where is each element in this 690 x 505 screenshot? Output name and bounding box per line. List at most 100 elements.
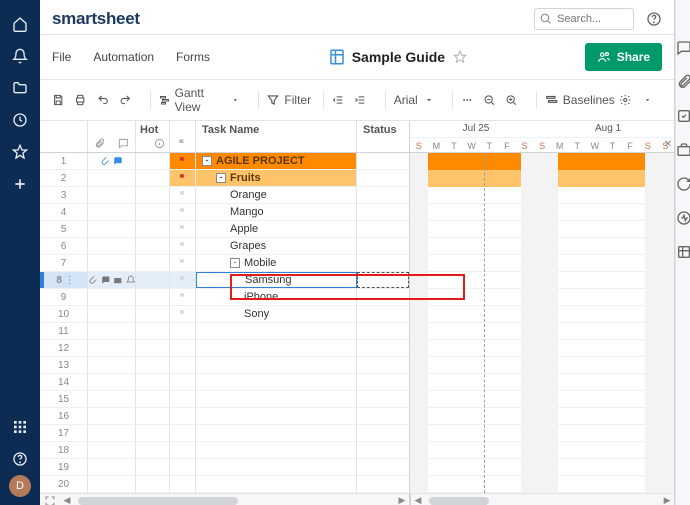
- filter-button[interactable]: Filter: [266, 93, 315, 107]
- gantt-hscroll[interactable]: ◀▶: [410, 493, 674, 505]
- rail-home-icon[interactable]: [0, 8, 40, 40]
- rail-help-icon[interactable]: [0, 443, 40, 475]
- table-row[interactable]: 14: [40, 374, 409, 391]
- table-row[interactable]: 15: [40, 391, 409, 408]
- dock-summary-icon[interactable]: [676, 244, 690, 260]
- outdent-icon[interactable]: [332, 93, 344, 107]
- comment-col-icon: [118, 138, 129, 149]
- gantt-panel[interactable]: Jul 25 Aug 1 SMTWTFSSMTWTFSS ✕ ◀▶: [410, 121, 674, 505]
- caret-down-icon: [424, 95, 434, 105]
- col-header-status[interactable]: Status: [357, 121, 409, 152]
- table-row[interactable]: 20: [40, 476, 409, 493]
- table-row[interactable]: 8 ⋮Samsung: [40, 272, 409, 289]
- left-rail: D: [0, 0, 40, 505]
- col-header-flag[interactable]: [170, 121, 196, 152]
- brand-logo: smartsheet: [52, 9, 140, 29]
- dock-refresh-icon[interactable]: [676, 176, 690, 192]
- rail-bell-icon[interactable]: [0, 40, 40, 72]
- dock-briefcase-icon[interactable]: [676, 142, 690, 158]
- undo-icon[interactable]: [97, 93, 109, 107]
- dock-proof-icon[interactable]: [676, 108, 690, 124]
- font-selector[interactable]: Arial: [394, 93, 444, 107]
- task-label: AGILE PROJECT: [216, 155, 305, 167]
- table-row[interactable]: 13: [40, 357, 409, 374]
- more-icon[interactable]: [461, 93, 473, 107]
- table-row[interactable]: 16: [40, 408, 409, 425]
- menu-automation[interactable]: Automation: [93, 50, 154, 64]
- gantt-day: T: [568, 138, 586, 153]
- table-row[interactable]: 4Mango: [40, 204, 409, 221]
- header-help-icon[interactable]: [646, 11, 662, 27]
- indent-icon[interactable]: [354, 93, 366, 107]
- toolbar: Gantt View Filter Arial: [40, 80, 674, 121]
- view-switcher[interactable]: Gantt View: [159, 86, 250, 114]
- table-row[interactable]: 10Sony: [40, 306, 409, 323]
- table-row[interactable]: 19: [40, 459, 409, 476]
- menu-forms[interactable]: Forms: [176, 50, 210, 64]
- task-label: Orange: [230, 189, 267, 201]
- table-row[interactable]: 6Grapes: [40, 238, 409, 255]
- task-label: Fruits: [230, 172, 261, 184]
- task-label: Sony: [244, 308, 269, 320]
- sheet-icon: [328, 48, 346, 66]
- task-label: iPhone: [244, 291, 278, 303]
- table-row[interactable]: 5Apple: [40, 221, 409, 238]
- task-label: Mango: [230, 206, 264, 218]
- avatar[interactable]: D: [9, 475, 31, 497]
- table-row[interactable]: 18: [40, 442, 409, 459]
- redo-icon[interactable]: [119, 93, 131, 107]
- fullscreen-icon[interactable]: [44, 495, 56, 505]
- print-icon[interactable]: [74, 93, 86, 107]
- rail-star-icon[interactable]: [0, 136, 40, 168]
- right-dock: [675, 0, 690, 505]
- search-box[interactable]: [534, 8, 634, 30]
- dock-attach-icon[interactable]: [676, 74, 690, 90]
- share-button[interactable]: Share: [585, 43, 662, 71]
- rail-apps-icon[interactable]: [0, 411, 40, 443]
- col-header-task[interactable]: Task Name: [196, 121, 357, 152]
- dock-comments-icon[interactable]: [676, 40, 690, 56]
- gantt-week-1: Jul 25: [410, 121, 542, 137]
- gantt-day: T: [480, 138, 498, 153]
- filter-icon: [266, 93, 280, 107]
- gantt-day: M: [551, 138, 569, 153]
- zoom-in-icon[interactable]: [505, 93, 517, 107]
- table-row[interactable]: 9iPhone: [40, 289, 409, 306]
- gantt-day: S: [533, 138, 551, 153]
- save-icon[interactable]: [52, 93, 64, 107]
- gantt-icon: [159, 93, 171, 107]
- gantt-close-icon[interactable]: ✕: [664, 139, 672, 150]
- grid[interactable]: Hot Task Name Status 1-AGILE PROJECT2-Fr…: [40, 121, 410, 505]
- task-label: Samsung: [245, 274, 291, 286]
- baselines-button[interactable]: Baselines: [545, 93, 619, 107]
- gantt-day: S: [639, 138, 657, 153]
- col-header-hot[interactable]: Hot: [136, 121, 170, 152]
- gantt-day: W: [586, 138, 604, 153]
- gantt-day: M: [428, 138, 446, 153]
- settings-gear-icon[interactable]: [619, 93, 631, 107]
- table-row[interactable]: 12: [40, 340, 409, 357]
- table-row[interactable]: 1-AGILE PROJECT: [40, 153, 409, 170]
- info-icon: [154, 138, 165, 149]
- zoom-out-icon[interactable]: [483, 93, 495, 107]
- table-row[interactable]: 7-Mobile: [40, 255, 409, 272]
- task-label: Apple: [230, 223, 258, 235]
- menu-file[interactable]: File: [52, 50, 71, 64]
- caret-down-icon: [643, 95, 652, 105]
- dock-activity-icon[interactable]: [676, 210, 690, 226]
- table-row[interactable]: 3Orange: [40, 187, 409, 204]
- grid-hscroll[interactable]: ◀▶: [40, 493, 409, 505]
- rail-add-icon[interactable]: [0, 168, 40, 200]
- gantt-day: S: [410, 138, 428, 153]
- doc-title: Sample Guide: [328, 48, 473, 66]
- table-row[interactable]: 17: [40, 425, 409, 442]
- gantt-day: W: [463, 138, 481, 153]
- table-row[interactable]: 11: [40, 323, 409, 340]
- favorite-star-icon[interactable]: [453, 50, 467, 64]
- rail-folder-icon[interactable]: [0, 72, 40, 104]
- table-row[interactable]: 2-Fruits: [40, 170, 409, 187]
- caret-down-icon: [231, 95, 240, 105]
- rail-recent-icon[interactable]: [0, 104, 40, 136]
- menubar: File Automation Forms Sample Guide Share: [40, 35, 674, 80]
- gantt-day: T: [604, 138, 622, 153]
